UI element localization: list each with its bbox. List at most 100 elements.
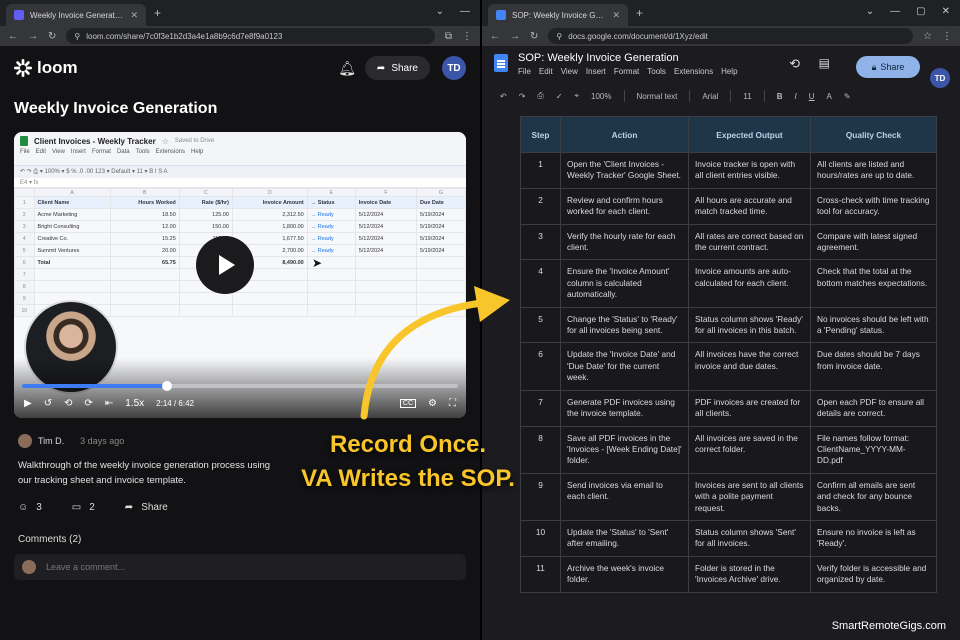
video-player[interactable]: Client Invoices - Weekly Tracker ☆ Saved… xyxy=(14,132,466,418)
sheet-cell[interactable]: 5/12/2024 xyxy=(354,244,418,257)
author-name[interactable]: Tim D. xyxy=(38,436,64,446)
highlight-icon[interactable]: ✎ xyxy=(844,92,851,101)
sop-action-cell[interactable]: Save all PDF invoices in the 'Invoices -… xyxy=(560,425,689,474)
sheet-cell[interactable] xyxy=(416,304,466,317)
menu-dots-icon[interactable]: ⋮ xyxy=(942,31,952,42)
sheet-column-letter[interactable]: A xyxy=(33,188,111,197)
sheet-menu-item[interactable]: Help xyxy=(191,149,203,155)
share-link[interactable]: Share xyxy=(141,502,168,513)
sheet-cell[interactable]: Hours Worked xyxy=(109,196,180,209)
doc-menu-item[interactable]: Edit xyxy=(539,67,553,76)
loom-logo[interactable]: loom xyxy=(14,58,78,78)
undo-icon[interactable]: ↶ xyxy=(500,92,507,101)
close-icon[interactable]: ✕ xyxy=(130,10,138,21)
zoom-select[interactable]: 100% xyxy=(591,92,611,101)
sheet-cell[interactable] xyxy=(33,268,111,281)
captions-button[interactable]: CC xyxy=(399,398,417,408)
sheet-row-number[interactable]: 1 xyxy=(14,196,35,209)
sop-action-cell[interactable]: Open the 'Client Invoices - Weekly Track… xyxy=(560,152,689,189)
italic-icon[interactable]: I xyxy=(795,92,797,101)
sheet-cell[interactable]: Due Date xyxy=(416,196,466,209)
star-icon[interactable]: ☆ xyxy=(923,31,932,42)
sheet-cell[interactable]: → Status xyxy=(306,196,356,209)
sheet-cell[interactable]: Creative Co. xyxy=(33,232,111,245)
sheet-cell[interactable]: 150.00 xyxy=(178,220,234,233)
progress-bar[interactable] xyxy=(22,381,458,391)
chevron-down-icon[interactable]: ⌄ xyxy=(436,6,444,17)
sheet-column-letter[interactable]: G xyxy=(416,188,466,197)
sheet-cell[interactable] xyxy=(109,280,180,293)
play-icon[interactable]: ▶ xyxy=(24,398,32,409)
sheet-cell[interactable]: 2,312.50 xyxy=(232,208,308,221)
back-icon[interactable]: ← xyxy=(8,31,18,42)
doc-menu-item[interactable]: Extensions xyxy=(674,67,713,76)
sheet-cell[interactable]: Rate ($/hr) xyxy=(178,196,234,209)
site-info-icon[interactable]: ⚲ xyxy=(556,32,562,41)
back-icon[interactable]: ← xyxy=(490,31,500,42)
avatar[interactable]: TD xyxy=(442,56,466,80)
play-button[interactable] xyxy=(196,236,254,294)
sop-check-cell[interactable]: Due dates should be 7 days from invoice … xyxy=(810,342,937,391)
sheet-cell[interactable] xyxy=(33,280,111,293)
style-select[interactable]: Normal text xyxy=(637,92,678,101)
sheet-cell[interactable]: 12.00 xyxy=(109,220,180,233)
skip-forward-icon[interactable]: ⟳ xyxy=(84,398,92,409)
redo-icon[interactable]: ↷ xyxy=(519,92,526,101)
browser-tab-loom[interactable]: Weekly Invoice Generation - Loom ✕ xyxy=(6,4,146,26)
sheet-cell[interactable]: 15.25 xyxy=(109,232,180,245)
sheet-column-letter[interactable]: D xyxy=(232,188,308,197)
sheet-cell[interactable]: Acme Marketing xyxy=(33,208,111,221)
sheet-cell[interactable] xyxy=(354,304,418,317)
doc-menu-item[interactable]: Help xyxy=(721,67,737,76)
font-size-select[interactable]: 11 xyxy=(743,92,751,101)
print-icon[interactable]: ⎙ xyxy=(537,91,543,101)
sheet-cell[interactable]: → Ready xyxy=(306,244,356,257)
sop-output-cell[interactable]: All invoices have the correct invoice an… xyxy=(688,342,811,391)
sop-output-cell[interactable]: Status column shows 'Sent' for all invoi… xyxy=(688,519,811,557)
sop-action-cell[interactable]: Verify the hourly rate for each client. xyxy=(560,223,689,261)
speed-button[interactable]: 1.5x xyxy=(125,398,144,409)
url-field[interactable]: ⚲ loom.com/share/7c0f3e1b2d3a4e1a8b9c6d7… xyxy=(66,28,435,44)
sheet-column-letter[interactable]: B xyxy=(109,188,180,197)
fullscreen-icon[interactable]: ⛶ xyxy=(449,398,456,409)
sheet-row-number[interactable]: 5 xyxy=(14,244,35,257)
font-select[interactable]: Arial xyxy=(702,92,718,101)
new-tab-icon[interactable]: + xyxy=(636,6,643,20)
sheet-cell[interactable] xyxy=(232,292,308,305)
sheet-cell[interactable]: 1,800.00 xyxy=(232,220,308,233)
doc-menu-item[interactable]: Tools xyxy=(647,67,666,76)
sheet-cell[interactable] xyxy=(306,304,356,317)
sheet-cell[interactable] xyxy=(354,268,418,281)
sheet-column-letter[interactable]: F xyxy=(354,188,418,197)
sop-output-cell[interactable]: Folder is stored in the 'Invoices Archiv… xyxy=(688,555,811,593)
sheet-cell[interactable]: → Ready xyxy=(306,208,356,221)
sheet-cell[interactable]: 65.75 xyxy=(109,256,180,269)
sheet-cell[interactable]: 20.00 xyxy=(109,244,180,257)
underline-icon[interactable]: U xyxy=(809,92,815,101)
gear-icon[interactable]: ⚙ xyxy=(428,398,437,409)
sheet-column-letter[interactable]: E xyxy=(306,188,356,197)
forward-icon[interactable]: → xyxy=(510,31,520,42)
sop-check-cell[interactable]: Verify folder is accessible and organize… xyxy=(810,555,937,593)
avatar[interactable]: TD xyxy=(930,68,950,88)
sheet-cell[interactable] xyxy=(354,280,418,293)
sheet-cell[interactable] xyxy=(109,268,180,281)
sop-check-cell[interactable]: No invoices should be left with a 'Pendi… xyxy=(810,306,937,344)
sheet-row-number[interactable]: 7 xyxy=(14,268,35,281)
sheet-cell[interactable] xyxy=(354,256,418,269)
doc-menu-item[interactable]: View xyxy=(561,67,578,76)
sheet-menu-item[interactable]: Data xyxy=(117,149,130,155)
sheet-row-number[interactable]: 6 xyxy=(14,256,35,269)
comment-input[interactable] xyxy=(46,562,458,572)
sop-output-cell[interactable]: PDF invoices are created for all clients… xyxy=(688,389,811,427)
share-button[interactable]: ➦ Share xyxy=(364,56,430,80)
minimize-icon[interactable]: — xyxy=(890,6,900,17)
sheet-cell[interactable] xyxy=(178,292,234,305)
share-arrow-icon[interactable]: ➦ xyxy=(125,502,133,513)
sop-action-cell[interactable]: Update the 'Status' to 'Sent' after emai… xyxy=(560,519,689,557)
emoji-icon[interactable]: ☺ xyxy=(18,502,28,513)
site-info-icon[interactable]: ⚲ xyxy=(74,32,80,41)
sop-action-cell[interactable]: Change the 'Status' to 'Ready' for all i… xyxy=(560,306,689,344)
sheet-cell[interactable] xyxy=(354,292,418,305)
history-icon[interactable]: ⟲ xyxy=(789,56,800,72)
